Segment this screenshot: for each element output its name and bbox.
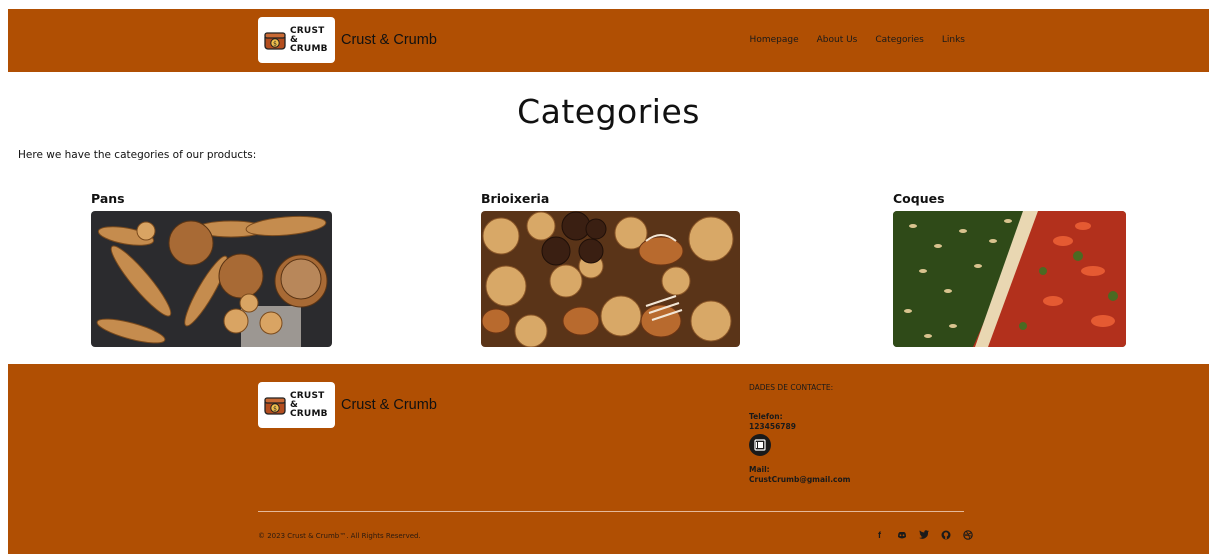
github-icon[interactable] — [940, 529, 951, 540]
phone-icon[interactable] — [749, 434, 771, 456]
nav-link-categories[interactable]: Categories — [875, 35, 924, 45]
intro-text: Here we have the categories of our produ… — [18, 149, 257, 161]
brand-name[interactable]: Crust & Crumb — [341, 32, 437, 48]
phone-number: 123456789 — [749, 422, 796, 431]
logo-text-crumb: CRUMB — [290, 43, 328, 54]
dribbble-icon[interactable] — [962, 529, 973, 540]
svg-text:$: $ — [273, 41, 277, 48]
copyright-text: © 2023 Crust & Crumb™. All Rights Reserv… — [258, 532, 421, 540]
category-card-brioixeria[interactable]: Brioixeria — [481, 192, 740, 347]
category-card-pans[interactable]: Pans — [91, 192, 332, 347]
pastries-image[interactable] — [481, 211, 740, 347]
page-title: Categories — [517, 92, 700, 131]
nav-link-homepage[interactable]: Homepage — [750, 35, 799, 45]
category-card-coques[interactable]: Coques — [893, 192, 1126, 347]
discord-icon[interactable] — [896, 529, 907, 540]
footer-logo[interactable]: $ CRUST & CRUMB — [258, 382, 335, 428]
mail-label: Mail: — [749, 465, 770, 474]
category-title: Pans — [91, 191, 125, 206]
svg-text:$: $ — [273, 406, 277, 413]
logo-text-crumb: CRUMB — [290, 408, 328, 419]
bread-box-icon: $ — [264, 32, 286, 50]
coca-image[interactable] — [893, 211, 1126, 347]
footer-brand-name[interactable]: Crust & Crumb — [341, 397, 437, 413]
twitter-icon[interactable] — [918, 529, 929, 540]
nav-link-about-us[interactable]: About Us — [817, 35, 858, 45]
nav-menu: Homepage About Us Categories Links — [750, 35, 965, 45]
contact-header: DADES DE CONTACTE: — [749, 383, 834, 392]
phone-label: Telefon: — [749, 412, 783, 421]
category-title: Brioixeria — [481, 191, 550, 206]
logo[interactable]: $ CRUST & CRUMB — [258, 17, 335, 63]
bread-box-icon: $ — [264, 397, 286, 415]
footer-divider — [258, 511, 964, 512]
mail-address[interactable]: CrustCrumb@gmail.com — [749, 475, 850, 485]
facebook-icon[interactable]: f — [874, 529, 885, 540]
category-title: Coques — [893, 191, 945, 206]
social-links: f — [874, 529, 973, 540]
navbar: $ CRUST & CRUMB Crust & Crumb Homepage A… — [8, 9, 1209, 72]
nav-link-links[interactable]: Links — [942, 35, 965, 45]
contact-info: DADES DE CONTACTE: Telefon: 123456789 Ma… — [749, 383, 850, 485]
bread-image[interactable] — [91, 211, 332, 347]
footer: $ CRUST & CRUMB Crust & Crumb DADES DE C… — [8, 364, 1209, 554]
